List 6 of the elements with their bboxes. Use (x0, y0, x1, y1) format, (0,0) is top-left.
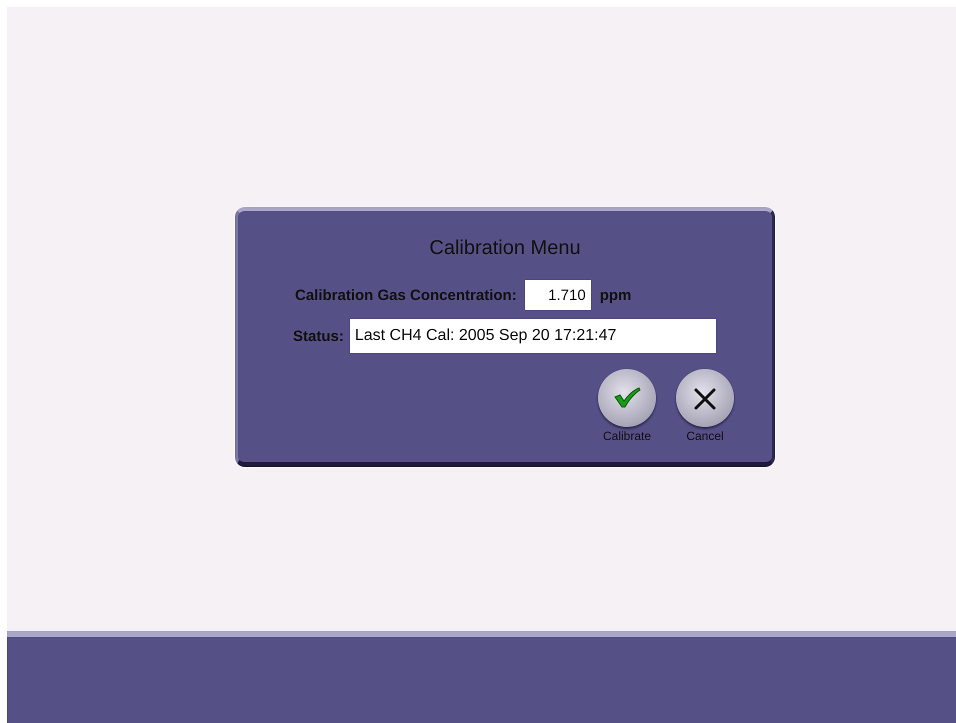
field-label: Calibration Gas Concentration: (295, 286, 517, 304)
concentration-field[interactable]: 1.710 (524, 280, 591, 310)
status-field[interactable]: Last CH4 Cal: 2005 Sep 20 17:21:47 (350, 319, 716, 353)
field-label: Status: (293, 328, 344, 344)
dialog-title: Calibration Menu (428, 237, 582, 260)
unit-label: ppm (600, 286, 632, 304)
